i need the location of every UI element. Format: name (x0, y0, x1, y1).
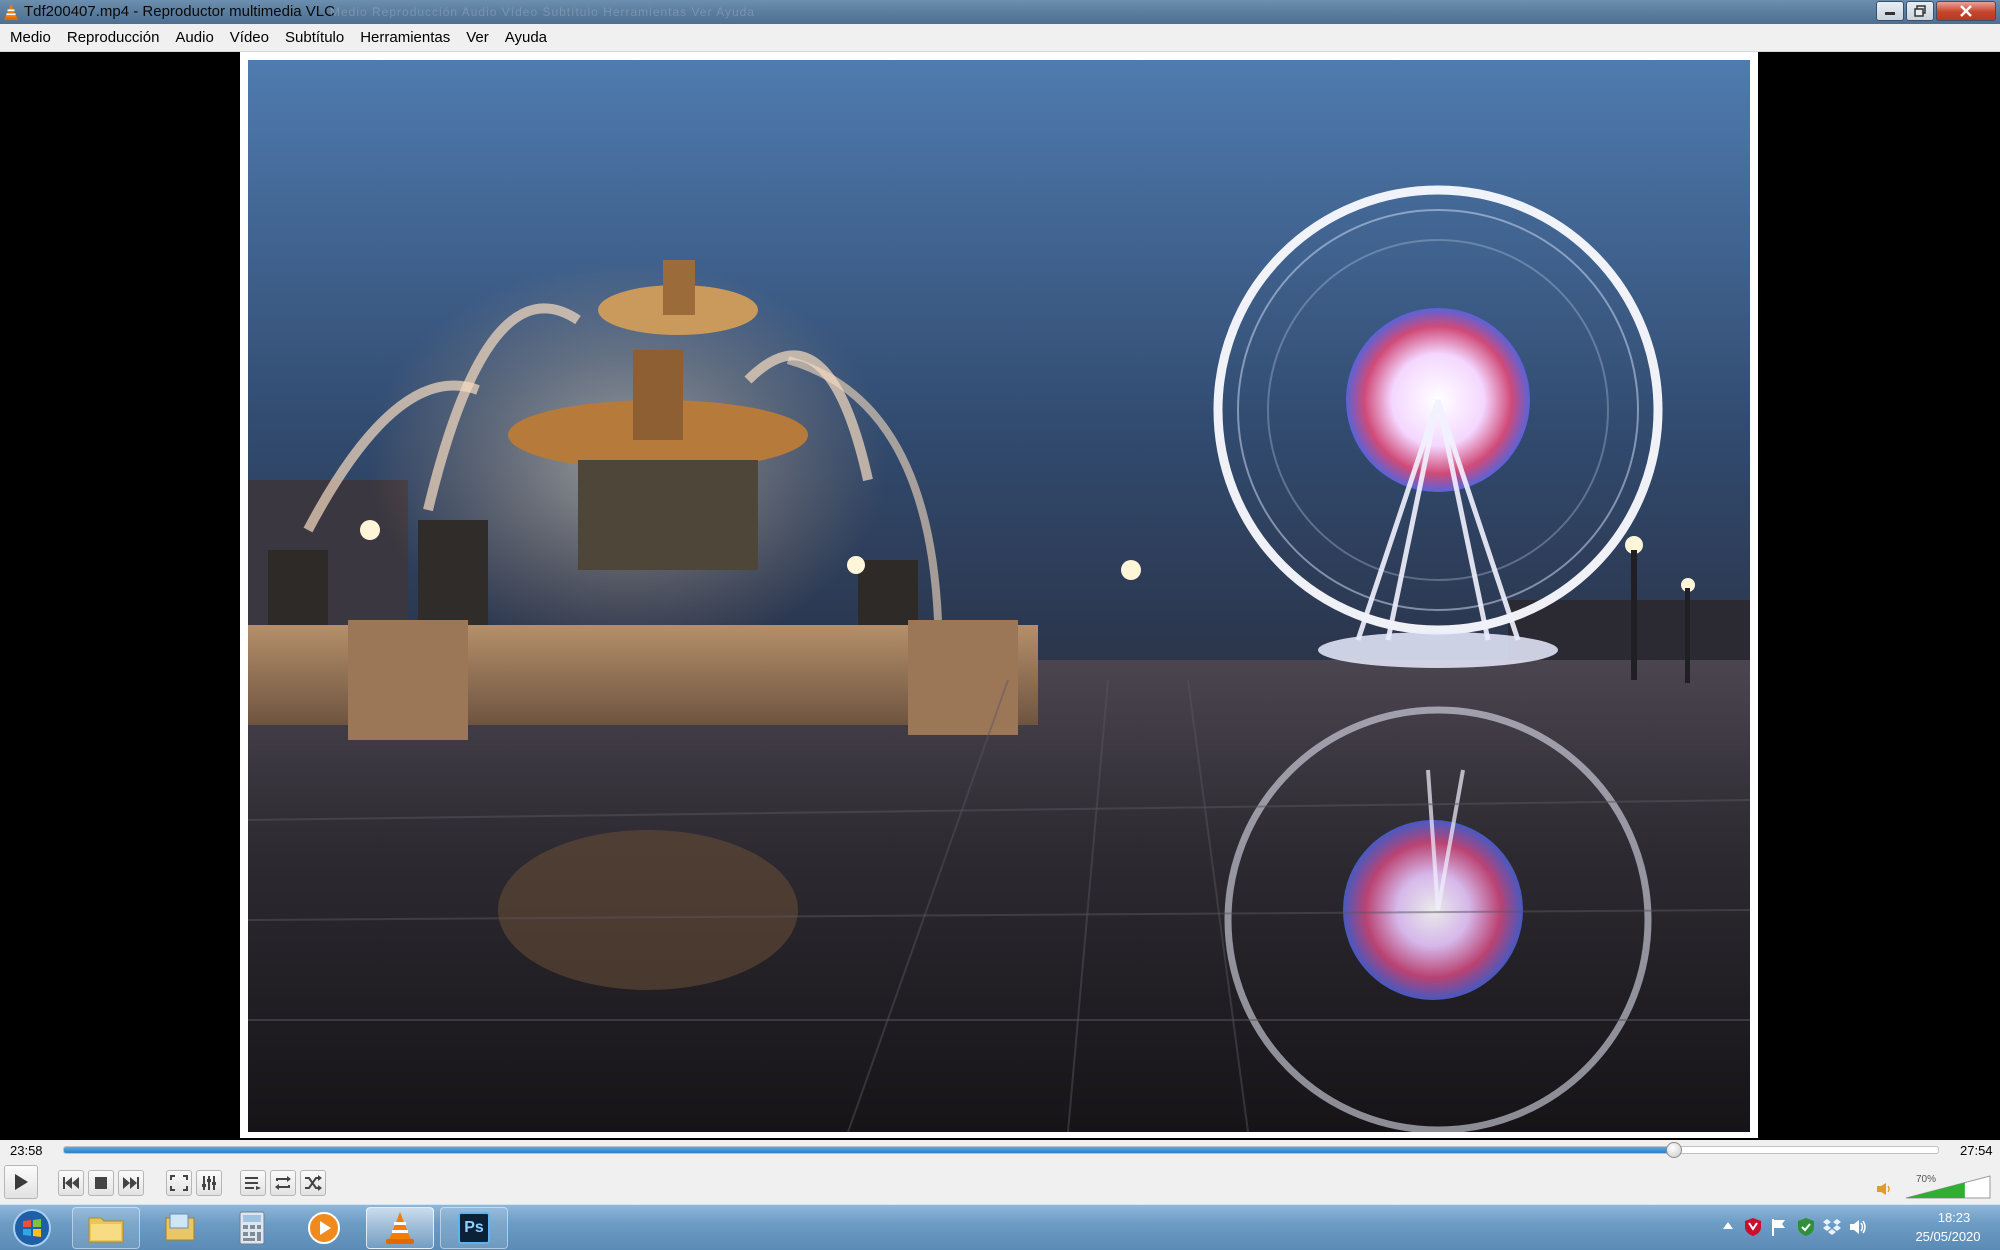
random-button[interactable] (300, 1170, 326, 1196)
taskbar-calculator[interactable] (218, 1207, 286, 1249)
folder-icon (88, 1217, 124, 1243)
media-player-icon (308, 1212, 340, 1244)
fullscreen-button[interactable] (166, 1170, 192, 1196)
restore-icon (1914, 5, 1926, 17)
previous-button[interactable] (58, 1170, 84, 1196)
title-bar[interactable]: Tdf200407.mp4 - Reproductor multimedia V… (0, 0, 2000, 24)
vlc-cone-icon (386, 1212, 414, 1244)
video-frame-image (248, 60, 1750, 1132)
time-elapsed[interactable]: 23:58 (10, 1143, 43, 1158)
taskbar-vlc[interactable] (366, 1207, 434, 1249)
equalizer-icon (202, 1176, 216, 1190)
menu-subtitulo[interactable]: Subtítulo (277, 24, 352, 52)
close-icon (1960, 5, 1972, 17)
title-bar-ghost-menu: Medio Reproducción Audio Vídeo Subtítulo… (330, 5, 756, 19)
security-check-icon[interactable] (1796, 1217, 1816, 1237)
playlist-icon (245, 1177, 261, 1190)
menu-audio[interactable]: Audio (167, 24, 221, 52)
photoshop-icon: Ps (458, 1212, 490, 1244)
menu-video[interactable]: Vídeo (222, 24, 277, 52)
stop-button[interactable] (88, 1170, 114, 1196)
action-center-flag-icon[interactable] (1770, 1217, 1788, 1237)
loop-icon (275, 1176, 291, 1190)
volume-tray-icon[interactable] (1848, 1217, 1868, 1237)
clock-date[interactable]: 25/05/2020 (1896, 1229, 2000, 1244)
window-title: Tdf200407.mp4 - Reproductor multimedia V… (24, 3, 335, 20)
seek-row: 23:58 27:54 (0, 1140, 2000, 1160)
skip-next-icon (123, 1177, 139, 1189)
seek-handle[interactable] (1666, 1142, 1683, 1158)
minimize-icon (1885, 12, 1895, 15)
time-total[interactable]: 27:54 (1960, 1143, 1993, 1158)
menu-ayuda[interactable]: Ayuda (497, 24, 555, 52)
volume-slider[interactable] (1904, 1174, 1992, 1200)
show-hidden-icons-icon[interactable] (1722, 1221, 1734, 1231)
fullscreen-icon (170, 1175, 188, 1191)
menu-ver[interactable]: Ver (458, 24, 497, 52)
dropbox-icon[interactable] (1822, 1217, 1842, 1237)
taskbar-file-explorer[interactable] (72, 1207, 140, 1249)
menu-reproduccion[interactable]: Reproducción (59, 24, 168, 52)
vlc-cone-icon (4, 4, 18, 20)
stop-icon (95, 1177, 107, 1189)
playback-controls: 70% (0, 1160, 2000, 1204)
seek-bar-progress (64, 1147, 1674, 1153)
extended-settings-button[interactable] (196, 1170, 222, 1196)
speaker-icon[interactable] (1876, 1182, 1892, 1196)
clock-time[interactable]: 18:23 (1916, 1210, 1992, 1225)
restore-button[interactable] (1906, 1, 1934, 21)
menu-herramientas[interactable]: Herramientas (352, 24, 458, 52)
menu-medio[interactable]: Medio (2, 24, 59, 52)
minimize-button[interactable] (1876, 1, 1904, 21)
playlist-button[interactable] (240, 1170, 266, 1196)
video-area[interactable] (0, 52, 2000, 1140)
play-icon (15, 1174, 28, 1190)
play-button[interactable] (4, 1165, 38, 1199)
windows-orb-icon (13, 1209, 51, 1247)
explorer-window-icon (165, 1213, 195, 1241)
menu-bar: Medio Reproducción Audio Vídeo Subtítulo… (0, 24, 2000, 52)
vlc-window: Tdf200407.mp4 - Reproductor multimedia V… (0, 0, 2000, 1250)
start-button[interactable] (2, 1207, 62, 1249)
skip-previous-icon (63, 1177, 79, 1189)
seek-bar[interactable] (63, 1146, 1939, 1154)
photoshop-icon-label: Ps (464, 1219, 484, 1236)
shuffle-icon (305, 1175, 322, 1191)
taskbar-explorer-window[interactable] (146, 1207, 214, 1249)
taskbar-media-player[interactable] (290, 1207, 358, 1249)
video-frame (240, 52, 1758, 1138)
next-button[interactable] (118, 1170, 144, 1196)
taskbar: Ps 18:23 25/05/2020 (0, 1204, 2000, 1250)
calculator-icon (239, 1211, 265, 1245)
antivirus-shield-icon[interactable] (1744, 1217, 1762, 1237)
close-button[interactable] (1936, 1, 1996, 21)
loop-button[interactable] (270, 1170, 296, 1196)
taskbar-photoshop[interactable]: Ps (440, 1207, 508, 1249)
